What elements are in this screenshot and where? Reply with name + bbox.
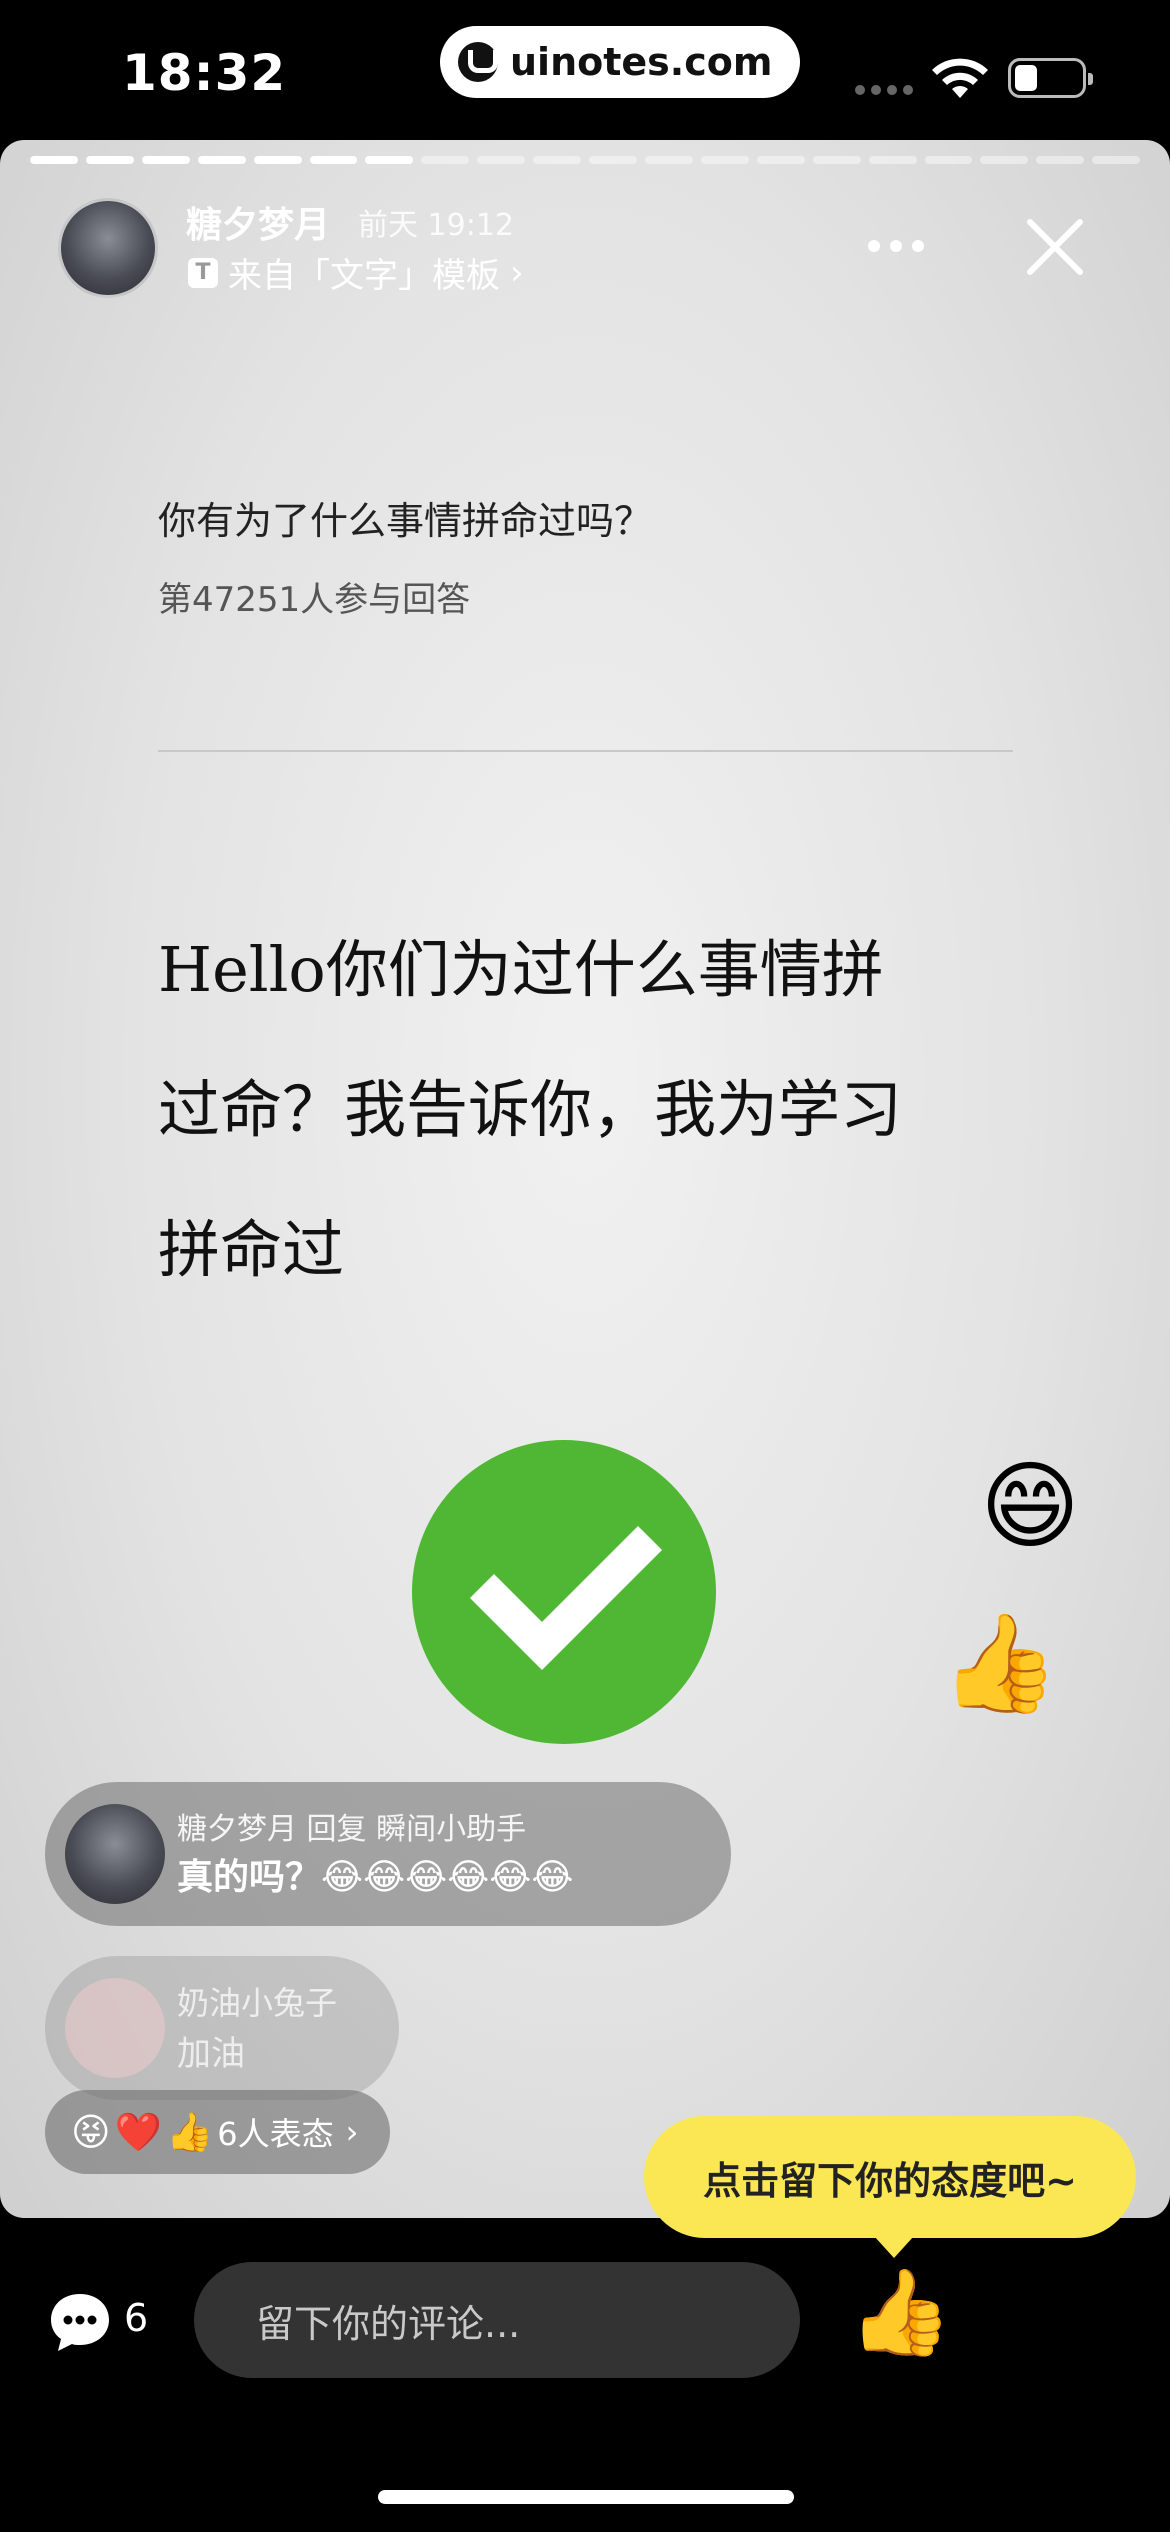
site-label: uinotes.com <box>510 40 773 84</box>
comment-text: 真的吗？😂😂😂😂😂😂 <box>177 1857 574 1898</box>
chevron-right-icon: › <box>345 2113 359 2151</box>
thumbs-up-emoji-icon: 👍 <box>165 2109 214 2154</box>
progress-segment <box>756 156 805 164</box>
progress-segment <box>477 156 526 164</box>
thumbs-up-reaction-button[interactable]: 👍 <box>848 2270 953 2354</box>
comment-bubble[interactable]: 奶油小兔子 加油 <box>45 1956 399 2100</box>
signal-dots-icon <box>855 85 913 95</box>
close-icon[interactable] <box>1024 216 1086 278</box>
participant-count: 第47251人参与回答 <box>158 580 471 620</box>
comment-bubble-icon[interactable] <box>48 2290 112 2354</box>
progress-segment <box>365 156 414 164</box>
progress-segment <box>85 156 134 164</box>
comment-text: 加油 <box>177 2034 245 2074</box>
site-pill: uinotes.com <box>440 26 801 98</box>
reactions-count-label: 6人表态 <box>217 2115 334 2153</box>
wifi-icon <box>932 58 988 98</box>
comment-input[interactable]: 留下你的评论... <box>194 2262 800 2378</box>
progress-segment <box>812 156 861 164</box>
progress-segment <box>924 156 973 164</box>
progress-segment <box>533 156 582 164</box>
comment-count: 6 <box>124 2296 149 2340</box>
commenter-avatar <box>65 1804 165 1904</box>
more-options-icon[interactable] <box>868 240 924 252</box>
answer-line: 过命？我告诉你，我为学习 <box>158 1073 903 1146</box>
home-indicator <box>378 2490 794 2504</box>
progress-segment <box>644 156 693 164</box>
reactions-summary-button[interactable]: 😝 ❤️ 👍 6人表态 › <box>45 2090 391 2174</box>
status-time: 18:32 <box>122 44 287 102</box>
progress-segment <box>1092 156 1141 164</box>
author-name[interactable]: 糖夕梦月 <box>186 196 330 248</box>
tongue-emoji-icon: 😝 <box>71 2110 111 2154</box>
progress-segment <box>30 156 78 164</box>
text-template-icon: T <box>188 257 218 288</box>
progress-segment <box>1036 156 1085 164</box>
progress-segment <box>421 156 470 164</box>
template-link-label: 来自「文字」模板 <box>228 256 500 296</box>
battery-icon <box>1008 58 1093 98</box>
divider <box>158 750 1013 752</box>
heart-emoji-icon: ❤️ <box>114 2109 162 2154</box>
progress-segment <box>141 156 190 164</box>
uinotes-logo-icon <box>458 42 498 82</box>
floating-grin-emoji-icon: 😄 <box>980 1450 1081 1562</box>
post-time: 前天 19:12 <box>358 208 514 243</box>
template-link[interactable]: T 来自「文字」模板 › <box>188 248 524 297</box>
progress-segment <box>589 156 637 164</box>
progress-segment <box>700 156 749 164</box>
comment-meta: 奶油小兔子 <box>177 1984 338 2022</box>
reaction-tooltip: 点击留下你的态度吧~ <box>644 2116 1136 2258</box>
author-avatar[interactable] <box>58 198 158 298</box>
commenter-avatar <box>65 1978 165 2078</box>
check-mark-icon <box>412 1440 716 1744</box>
comment-meta: 糖夕梦月 回复 瞬间小助手 <box>177 1812 527 1847</box>
progress-segment <box>197 156 246 164</box>
story-card[interactable]: 糖夕梦月 前天 19:12 T 来自「文字」模板 › 你有为了什么事情拼命过吗？… <box>0 140 1170 2218</box>
chevron-right-icon: › <box>510 252 524 293</box>
progress-segment <box>253 156 302 164</box>
laugh-reaction-button[interactable]: 😂 <box>990 2270 1088 2354</box>
status-bar: 18:32 uinotes.com <box>0 0 1170 140</box>
comment-bubble[interactable]: 糖夕梦月 回复 瞬间小助手 真的吗？😂😂😂😂😂😂 <box>45 1782 731 1926</box>
progress-segment <box>309 156 358 164</box>
answer-line: Hello你们为过什么事情拼 <box>158 933 884 1006</box>
answer-text: Hello你们为过什么事情拼 过命？我告诉你，我为学习 拼命过 <box>158 900 1018 1320</box>
progress-segment <box>980 156 1029 164</box>
grin-reaction-button[interactable]: 😄 <box>1130 2270 1170 2354</box>
answer-line: 拼命过 <box>158 1213 345 1286</box>
progress-segment <box>868 156 917 164</box>
floating-thumbs-up-emoji-icon: 👍 <box>940 1607 1060 1719</box>
question-title: 你有为了什么事情拼命过吗？ <box>158 499 653 543</box>
story-progress-bar <box>30 156 1141 164</box>
screen: 18:32 uinotes.com 糖夕梦月 前天 19:12 T 来自「文字」… <box>0 0 1170 2532</box>
